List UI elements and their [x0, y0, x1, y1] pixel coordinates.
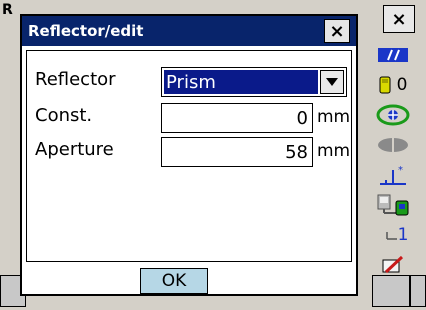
aperture-input[interactable]: 58: [161, 137, 313, 167]
chevron-down-icon: [326, 78, 338, 86]
aperture-unit: mm: [317, 141, 351, 161]
softkey-far-right[interactable]: [410, 275, 426, 307]
const-input[interactable]: 0: [161, 103, 313, 133]
battery-level-icon: [378, 48, 408, 62]
ok-button[interactable]: OK: [140, 268, 208, 294]
memory-count: 0: [396, 75, 408, 95]
dropdown-button[interactable]: [320, 70, 344, 94]
dialog-title: Reflector/edit: [28, 22, 144, 40]
battery-indicator[interactable]: [362, 40, 424, 70]
background-close-button[interactable]: ×: [383, 5, 415, 33]
svg-text:*: *: [398, 165, 403, 176]
tilt-compensation-icon: *: [380, 165, 406, 185]
reflector-select-value: Prism: [164, 70, 318, 94]
close-icon: ×: [391, 8, 407, 30]
dialog-titlebar: Reflector/edit ×: [22, 16, 356, 46]
tilt-indicator[interactable]: *: [362, 160, 424, 190]
background-window-title: R: [2, 2, 13, 18]
close-icon: ×: [329, 20, 345, 42]
dialog-close-button[interactable]: ×: [324, 19, 350, 43]
const-unit: mm: [317, 107, 351, 127]
input-mode-icon: [385, 232, 397, 240]
laser-beam-icon: [378, 138, 408, 152]
memory-card-icon: [379, 76, 391, 94]
status-bar: 0 * 1: [362, 40, 424, 280]
softkey-right[interactable]: [372, 275, 410, 307]
input-mode-indicator[interactable]: 1: [362, 220, 424, 250]
prism-target-icon: [376, 104, 410, 126]
memory-indicator[interactable]: 0: [362, 70, 424, 100]
screen: R × 0 * 1 Reflector/edit × Reflector Pri…: [0, 0, 426, 310]
aperture-label: Aperture: [35, 139, 114, 160]
laser-indicator[interactable]: [362, 130, 424, 160]
dialog-body: Reflector Prism Const. 0 mm Aperture 58 …: [26, 50, 352, 262]
input-mode-value: 1: [397, 225, 409, 245]
const-label: Const.: [35, 105, 93, 126]
target-mode-indicator[interactable]: [362, 100, 424, 130]
reflector-edit-dialog: Reflector/edit × Reflector Prism Const. …: [20, 14, 358, 296]
reflector-label: Reflector: [35, 69, 116, 90]
communication-indicator[interactable]: [362, 190, 424, 220]
connection-devices-icon: [377, 194, 409, 216]
reflector-select[interactable]: Prism: [161, 67, 347, 97]
